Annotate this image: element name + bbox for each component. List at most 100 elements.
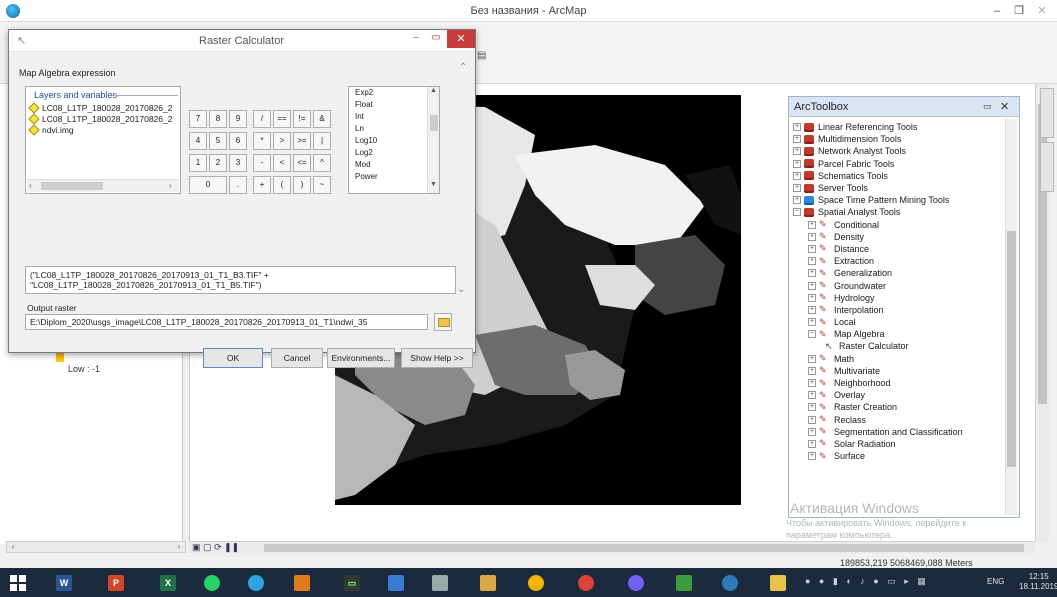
collapse-icon[interactable]: − — [793, 208, 801, 217]
toolbar-grip-icon[interactable]: ▤ — [477, 50, 487, 62]
close-icon[interactable]: ✕ — [1000, 100, 1012, 113]
layers-and-variables-list[interactable]: Layers and variables LC08_L1TP_180028_20… — [25, 86, 181, 194]
catalog-dock-tab[interactable] — [1040, 88, 1054, 138]
view-switch-buttons[interactable]: ▣ ▢ ⟳ ❚❚ — [192, 542, 239, 552]
toolbox-item[interactable]: + ✎ Local — [793, 316, 1003, 328]
function-item[interactable]: Log2 — [349, 147, 439, 159]
keypad-button[interactable]: & — [313, 110, 331, 128]
toolbox-item[interactable]: + ✎ Overlay — [793, 389, 1003, 401]
expand-icon[interactable]: + — [808, 354, 816, 363]
map-horizontal-scrollbar[interactable] — [189, 541, 1035, 553]
keypad-button[interactable]: 3 — [229, 154, 247, 172]
toolbox-item[interactable]: − ✎ Map Algebra — [793, 328, 1003, 340]
scroll-right-icon[interactable]: › — [173, 542, 185, 552]
expand-icon[interactable]: + — [808, 452, 816, 461]
function-item[interactable]: Power — [349, 171, 439, 183]
toolbox-item[interactable]: + ✎ Interpolation — [793, 304, 1003, 316]
arctoolbox-scrollbar[interactable] — [1005, 119, 1017, 515]
toolbox-item[interactable]: + Space Time Pattern Mining Tools — [793, 194, 1003, 206]
toolbox-item[interactable]: − Spatial Analyst Tools — [793, 206, 1003, 218]
keypad-button[interactable]: 4 — [189, 132, 207, 150]
toolbox-item[interactable]: + ✎ Extraction — [793, 255, 1003, 267]
toolbox-item[interactable]: + ✎ Multivariate — [793, 365, 1003, 377]
pin-icon[interactable]: ▭ — [983, 101, 993, 111]
expand-icon[interactable]: + — [808, 293, 816, 302]
toolbox-item[interactable]: + Parcel Fabric Tools — [793, 158, 1003, 170]
layout-view-icon[interactable]: ▢ — [203, 542, 212, 552]
scroll-left-icon[interactable]: ‹ — [29, 181, 32, 190]
toolbox-item[interactable]: + Schematics Tools — [793, 170, 1003, 182]
expand-icon[interactable]: + — [808, 281, 816, 290]
expand-icon[interactable]: + — [808, 427, 816, 436]
toolbox-item[interactable]: + ✎ Neighborhood — [793, 377, 1003, 389]
expand-icon[interactable]: + — [793, 123, 801, 132]
expand-icon[interactable]: + — [808, 244, 816, 253]
expand-icon[interactable]: + — [793, 135, 801, 144]
keypad-button[interactable]: 5 — [209, 132, 227, 150]
function-item[interactable]: Ln — [349, 123, 439, 135]
toc-horizontal-scrollbar[interactable]: ‹ › — [6, 541, 186, 553]
scrollbar-thumb[interactable] — [41, 182, 103, 190]
keypad-button[interactable]: == — [273, 110, 291, 128]
function-item[interactable]: Exp2 — [349, 87, 439, 99]
maximize-icon[interactable]: ❐ — [1006, 2, 1032, 20]
keypad-button[interactable]: < — [273, 154, 291, 172]
scrollbar-thumb[interactable] — [430, 115, 438, 131]
toolbox-item[interactable]: + ✎ Surface — [793, 450, 1003, 462]
expand-icon[interactable]: + — [808, 220, 816, 229]
toolbox-item[interactable]: + Network Analyst Tools — [793, 145, 1003, 157]
toolbox-item[interactable]: + ✎ Math — [793, 353, 1003, 365]
expand-icon[interactable]: + — [808, 379, 816, 388]
expand-icon[interactable]: + — [793, 171, 801, 180]
keypad-button[interactable]: > — [273, 132, 291, 150]
keypad-button[interactable]: . — [229, 176, 247, 194]
refresh-icon[interactable]: ⟳ — [214, 542, 222, 552]
layer-item[interactable]: ndvi.img — [28, 123, 178, 136]
keypad-button[interactable]: | — [313, 132, 331, 150]
arcmap-icon[interactable] — [714, 571, 746, 595]
toolbox-item[interactable]: + ✎ Conditional — [793, 219, 1003, 231]
keypad-button[interactable]: ~ — [313, 176, 331, 194]
function-item[interactable]: Log10 — [349, 135, 439, 147]
close-icon[interactable]: ✕ — [447, 30, 475, 48]
language-indicator[interactable]: ENG — [987, 577, 1004, 586]
viber-icon[interactable] — [620, 571, 652, 595]
pause-icon[interactable]: ❚❚ — [224, 542, 239, 552]
toolbox-item[interactable]: + Server Tools — [793, 182, 1003, 194]
minimize-icon[interactable]: – — [406, 32, 426, 48]
layers-horizontal-scrollbar[interactable]: ‹ › — [27, 179, 179, 192]
system-tray-icons[interactable]: ● ● ▮ ◐ ♪ ● ▭ ▸ ▦ — [805, 576, 929, 587]
show-help-button[interactable]: Show Help >> — [401, 348, 473, 368]
functions-scrollbar[interactable]: ▲ ▼ — [427, 87, 439, 193]
windows-start-icon[interactable] — [10, 575, 26, 591]
expand-icon[interactable]: + — [808, 269, 816, 278]
keypad-button[interactable]: * — [253, 132, 271, 150]
toolbox-item[interactable]: + ✎ Groundwater — [793, 279, 1003, 291]
terminal-icon[interactable]: ▭ — [336, 571, 368, 595]
keypad-button[interactable]: 6 — [229, 132, 247, 150]
scrollbar-thumb[interactable] — [264, 544, 1024, 552]
expand-icon[interactable]: + — [808, 232, 816, 241]
output-raster-field[interactable]: E:\Diplom_2020\usgs_image\LC08_L1TP_1800… — [25, 314, 428, 330]
chevron-down-icon[interactable]: ▼ — [430, 181, 437, 188]
expand-icon[interactable]: + — [808, 391, 816, 400]
layer-item[interactable]: LC08_L1TP_180028_20170826_2 — [28, 112, 178, 125]
media-player-icon[interactable] — [286, 571, 318, 595]
keypad-button[interactable]: ) — [293, 176, 311, 194]
powerpoint-icon[interactable]: P — [100, 571, 132, 595]
keypad-button[interactable]: >= — [293, 132, 311, 150]
explorer-icon[interactable] — [472, 571, 504, 595]
toolbox-item[interactable]: + ✎ Segmentation and Classification — [793, 426, 1003, 438]
scrollbar-thumb[interactable] — [1007, 231, 1016, 467]
toolbox-item[interactable]: + ✎ Hydrology — [793, 292, 1003, 304]
keypad-button[interactable]: 0 — [189, 176, 227, 194]
scroll-left-icon[interactable]: ‹ — [7, 542, 19, 552]
toolbox-item[interactable]: + ✎ Generalization — [793, 267, 1003, 279]
data-view-icon[interactable]: ▣ — [192, 542, 201, 552]
toolbox-item[interactable]: + ✎ Raster Creation — [793, 401, 1003, 413]
telegram-icon[interactable] — [240, 571, 272, 595]
cancel-button[interactable]: Cancel — [271, 348, 323, 368]
expand-icon[interactable]: + — [808, 257, 816, 266]
keypad-button[interactable]: ( — [273, 176, 291, 194]
expand-icon[interactable]: + — [808, 366, 816, 375]
